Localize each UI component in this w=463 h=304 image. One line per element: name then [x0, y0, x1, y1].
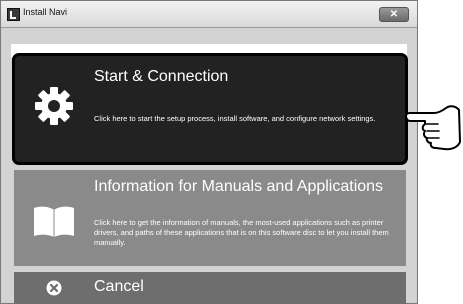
cancel-label: Cancel: [94, 278, 144, 295]
manuals-applications-description: Click here to get the information of man…: [94, 218, 389, 247]
book-icon: [34, 206, 74, 237]
title-bar: Install Navi ✕: [1, 1, 417, 28]
manuals-applications-button[interactable]: Information for Manuals and Applications…: [14, 170, 406, 266]
pointing-hand-icon: [405, 105, 461, 151]
install-navi-icon: [7, 8, 20, 21]
cancel-button[interactable]: Cancel: [14, 272, 406, 304]
close-circle-icon: [46, 280, 62, 296]
manuals-applications-title: Information for Manuals and Applications: [94, 178, 384, 195]
window-title: Install Navi: [23, 7, 68, 17]
close-button[interactable]: ✕: [379, 7, 409, 22]
selection-highlight: [12, 53, 408, 165]
